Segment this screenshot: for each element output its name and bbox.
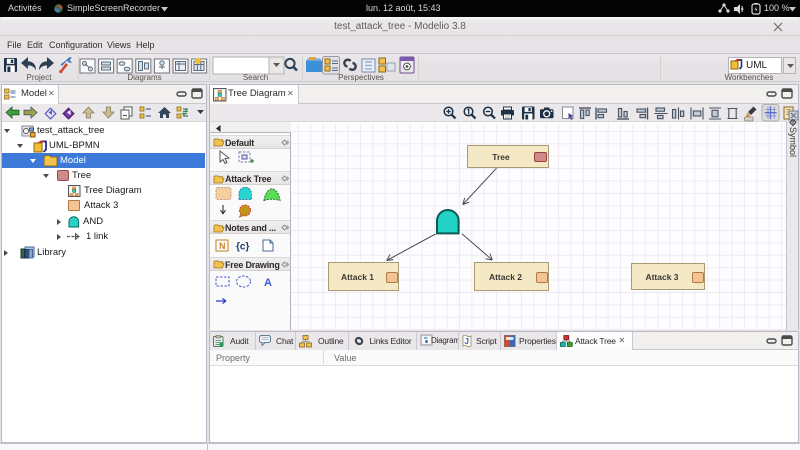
svg-text:{c}: {c}	[236, 242, 249, 253]
svg-text:J: J	[464, 337, 468, 346]
svg-text:N: N	[219, 241, 226, 251]
svg-text:A: A	[264, 277, 272, 289]
